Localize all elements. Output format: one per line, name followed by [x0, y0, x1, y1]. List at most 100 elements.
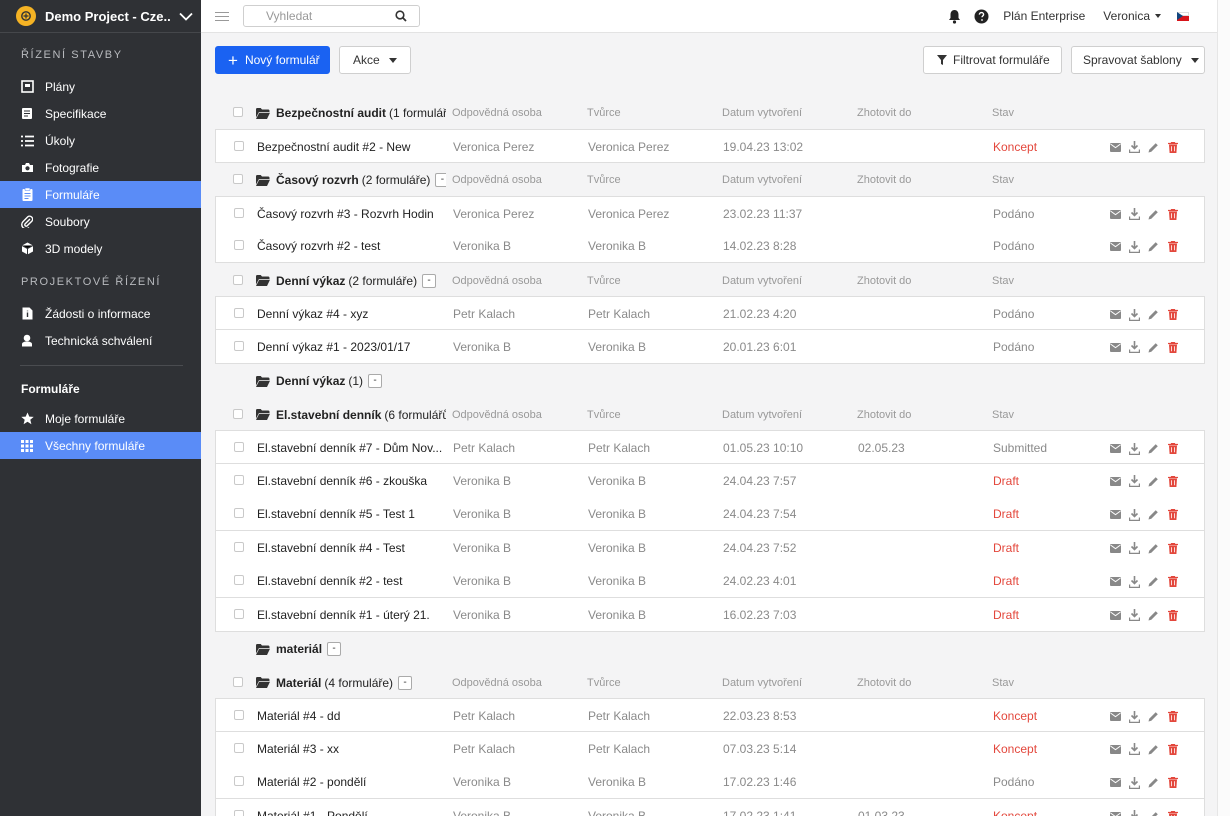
table-row[interactable]: Materiál #2 - pondělí Veronika B Veronika …: [215, 765, 1205, 799]
form-name[interactable]: Materiál #3 - xx: [257, 742, 445, 756]
table-row[interactable]: El.stavební denník #6 - zkouška Veronika …: [215, 463, 1205, 498]
pencil-icon[interactable]: [1148, 142, 1159, 153]
header-date[interactable]: Datum vytvoření: [722, 174, 852, 186]
mail-icon[interactable]: [1110, 209, 1121, 220]
row-checkbox[interactable]: [234, 742, 244, 753]
row-checkbox[interactable]: [234, 240, 244, 250]
header-resp[interactable]: Odpovědná osoba: [452, 107, 582, 119]
search-icon[interactable]: [395, 10, 407, 25]
form-name[interactable]: El.stavební denník #2 - test: [257, 574, 445, 588]
row-checkbox[interactable]: [234, 340, 244, 351]
mail-icon[interactable]: [1110, 711, 1121, 722]
trash-icon[interactable]: [1167, 777, 1178, 788]
mail-icon[interactable]: [1110, 509, 1121, 520]
chevron-down-icon[interactable]: [171, 12, 201, 21]
download-icon[interactable]: [1129, 240, 1140, 253]
pencil-icon[interactable]: [1148, 811, 1159, 816]
row-checkbox[interactable]: [234, 308, 244, 318]
trash-icon[interactable]: [1167, 711, 1178, 722]
trash-icon[interactable]: [1167, 208, 1178, 220]
form-name[interactable]: El.stavební denník #6 - zkouška: [257, 474, 445, 488]
download-icon[interactable]: [1129, 208, 1140, 220]
sidebar-item-plans[interactable]: Plány: [0, 73, 201, 100]
group-name[interactable]: Časový rozvrh (2 formuláře) -: [256, 173, 446, 187]
sidebar-item-specs[interactable]: Specifikace: [0, 100, 201, 127]
group-name[interactable]: materiál -: [256, 642, 446, 656]
project-switcher[interactable]: Demo Project - Cze...: [0, 0, 201, 33]
header-date[interactable]: Datum vytvoření: [722, 107, 852, 119]
manage-templates-dropdown[interactable]: Spravovat šablony: [1071, 46, 1205, 74]
trash-icon[interactable]: [1167, 241, 1178, 252]
collapse-toggle[interactable]: -: [368, 374, 383, 388]
form-name[interactable]: Denní výkaz #1 - 2023/01/17: [257, 340, 445, 354]
pencil-icon[interactable]: [1148, 610, 1159, 621]
table-row[interactable]: El.stavební denník #5 - Test 1 Veronika B…: [215, 497, 1205, 531]
pencil-icon[interactable]: [1148, 209, 1159, 220]
mail-icon[interactable]: [1110, 610, 1121, 621]
header-creator[interactable]: Tvůrce: [587, 174, 717, 186]
download-icon[interactable]: [1129, 508, 1140, 521]
table-row[interactable]: El.stavební denník #4 - Test Veronika B Ve…: [215, 530, 1205, 565]
mail-icon[interactable]: [1110, 576, 1121, 587]
table-row[interactable]: Bezpečnostní audit #2 - New Veronica Pere…: [215, 128, 1205, 163]
mail-icon[interactable]: [1110, 142, 1121, 153]
group-name[interactable]: Denní výkaz (1) -: [256, 374, 446, 388]
trash-icon[interactable]: [1167, 341, 1178, 353]
form-name[interactable]: Časový rozvrh #3 - Rozvrh Hodin: [257, 207, 445, 221]
form-name[interactable]: Materiál #4 - dd: [257, 709, 445, 723]
sidebar-item-camera[interactable]: Fotografie: [0, 154, 201, 181]
header-date[interactable]: Datum vytvoření: [722, 677, 852, 689]
form-name[interactable]: El.stavební denník #4 - Test: [257, 541, 445, 555]
mail-icon[interactable]: [1110, 309, 1121, 320]
actions-dropdown[interactable]: Akce: [339, 46, 411, 74]
group-checkbox[interactable]: [233, 174, 243, 184]
filter-forms-button[interactable]: Filtrovat formuláře: [923, 46, 1062, 74]
group-name[interactable]: Bezpečnostní audit (1 formulář): [256, 106, 446, 120]
form-name[interactable]: Časový rozvrh #2 - test: [257, 239, 445, 253]
header-resp[interactable]: Odpovědná osoba: [452, 409, 582, 421]
pencil-icon[interactable]: [1148, 342, 1159, 353]
pencil-icon[interactable]: [1148, 576, 1159, 587]
collapse-toggle[interactable]: -: [422, 273, 437, 288]
trash-icon[interactable]: [1167, 810, 1178, 816]
download-icon[interactable]: [1129, 743, 1140, 755]
row-checkbox[interactable]: [234, 608, 244, 619]
header-resp[interactable]: Odpovědná osoba: [452, 174, 582, 186]
collapse-toggle[interactable]: -: [435, 173, 446, 187]
mail-icon[interactable]: [1110, 476, 1121, 487]
table-row[interactable]: El.stavební denník #7 - Dům Nov... Petr K…: [215, 430, 1205, 464]
header-state[interactable]: Stav: [992, 409, 1092, 421]
header-creator[interactable]: Tvůrce: [587, 677, 717, 689]
header-due[interactable]: Zhotovit do: [857, 275, 987, 287]
trash-icon[interactable]: [1167, 542, 1178, 554]
header-resp[interactable]: Odpovědná osoba: [452, 275, 582, 287]
pencil-icon[interactable]: [1148, 777, 1159, 788]
mail-icon[interactable]: [1110, 443, 1121, 454]
header-due[interactable]: Zhotovit do: [857, 174, 987, 186]
download-icon[interactable]: [1129, 710, 1140, 723]
form-name[interactable]: Materiál #2 - pondělí: [257, 775, 445, 789]
collapse-toggle[interactable]: -: [398, 675, 413, 690]
header-state[interactable]: Stav: [992, 275, 1092, 287]
menu-icon[interactable]: [215, 9, 229, 24]
download-icon[interactable]: [1129, 341, 1140, 353]
header-due[interactable]: Zhotovit do: [857, 677, 987, 689]
sidebar-item-cube[interactable]: 3D modely: [0, 235, 201, 262]
row-checkbox[interactable]: [234, 140, 244, 151]
new-form-button[interactable]: + Nový formulář: [215, 46, 330, 74]
table-row[interactable]: El.stavební denník #2 - test Veronika B Ve…: [215, 564, 1205, 598]
trash-icon[interactable]: [1167, 576, 1178, 587]
header-date[interactable]: Datum vytvoření: [722, 409, 852, 421]
pencil-icon[interactable]: [1148, 543, 1159, 554]
form-name[interactable]: Bezpečnostní audit #2 - New: [257, 140, 445, 154]
header-state[interactable]: Stav: [992, 174, 1092, 186]
row-checkbox[interactable]: [234, 575, 244, 585]
header-date[interactable]: Datum vytvoření: [722, 275, 852, 287]
table-row[interactable]: El.stavební denník #1 - úterý 21. Veronik…: [215, 597, 1205, 632]
sidebar-item-paperclip[interactable]: Soubory: [0, 208, 201, 235]
form-name[interactable]: El.stavební denník #5 - Test 1: [257, 507, 445, 521]
sidebar-item-forms[interactable]: Formuláře: [0, 181, 201, 208]
mail-icon[interactable]: [1110, 241, 1121, 252]
header-due[interactable]: Zhotovit do: [857, 107, 987, 119]
row-checkbox[interactable]: [234, 541, 244, 552]
